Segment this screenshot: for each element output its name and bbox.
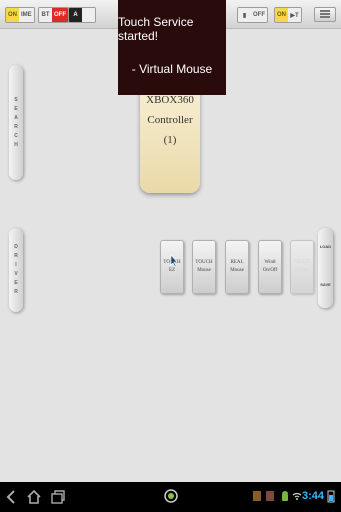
- search-letter: S: [14, 96, 18, 103]
- real-mouse-line-2: Mouse: [230, 268, 244, 273]
- search-pill-button[interactable]: S E A R C H: [9, 65, 23, 180]
- search-letter: A: [14, 114, 18, 121]
- driver-letter: D: [14, 244, 18, 250]
- bt-toggle[interactable]: BT OFF: [38, 7, 69, 23]
- back-icon[interactable]: [6, 489, 24, 505]
- win8-line-1: Win8: [264, 260, 276, 265]
- notification-icon-1: [253, 491, 261, 501]
- controller-card-line-2: Controller: [147, 114, 193, 126]
- toast-message: Touch Service started! - Virtual Mouse: [118, 0, 226, 95]
- driver-pill-button[interactable]: D R I V E R: [9, 228, 23, 312]
- load-save-pill: LOAD SAVE: [318, 228, 333, 308]
- win8-line-2: On/Off: [262, 268, 278, 273]
- multi-line-1: MULTI: [294, 260, 310, 265]
- notification-icon-2: [266, 491, 274, 501]
- driver-letter: V: [14, 271, 18, 277]
- multi-line-2: Button: [295, 268, 309, 273]
- toast-line-2: - Virtual Mouse: [131, 61, 213, 76]
- android-icon: [282, 491, 288, 501]
- driver-letter: R: [14, 289, 18, 295]
- driver-letter: E: [14, 280, 18, 286]
- system-nav-bar: 3:44: [0, 482, 341, 512]
- menu-button[interactable]: [314, 7, 336, 22]
- driver-letter: I: [15, 262, 17, 268]
- right-toggle-1-icon: ▮: [238, 8, 251, 22]
- real-mouse-line-1: REAL: [230, 260, 244, 265]
- ime-on-label: ON: [6, 8, 19, 22]
- real-mouse-button[interactable]: REAL Mouse: [225, 240, 249, 294]
- win8-onoff-button[interactable]: Win8 On/Off: [258, 240, 282, 294]
- search-letter: E: [14, 105, 18, 112]
- search-letter: R: [14, 123, 18, 130]
- touch-mouse-button[interactable]: TOUCH Mouse: [192, 240, 216, 294]
- app-center-icon[interactable]: [164, 489, 178, 503]
- load-button[interactable]: LOAD: [318, 244, 333, 249]
- battery-icon: [327, 490, 335, 503]
- home-icon[interactable]: [26, 489, 42, 505]
- touch-ez-button[interactable]: TOUCH EZ: [160, 240, 184, 294]
- wifi-icon: [292, 492, 302, 500]
- bt-label: BT: [39, 8, 52, 22]
- toast-line-1: Touch Service started!: [118, 15, 194, 44]
- ime-toggle[interactable]: ON IME: [5, 7, 35, 23]
- controller-card[interactable]: XBOX360 Controller (1): [140, 78, 200, 193]
- ime-label: IME: [19, 8, 34, 22]
- controller-card-line-3: (1): [163, 134, 177, 146]
- right-toggle-1[interactable]: ▮ OFF: [237, 7, 268, 23]
- a-label: A: [69, 8, 82, 22]
- touch-mouse-line-1: TOUCH: [195, 260, 213, 265]
- bt-state: OFF: [52, 8, 68, 22]
- mouse-pointer-icon: [170, 255, 178, 267]
- search-letter: H: [14, 141, 18, 148]
- multi-button[interactable]: MULTI Button: [290, 240, 314, 294]
- touch-ez-line-2: EZ: [168, 268, 176, 273]
- a-toggle[interactable]: A: [68, 7, 96, 23]
- a-state: [82, 8, 95, 22]
- touch-mouse-line-2: Mouse: [197, 268, 211, 273]
- driver-letter: R: [14, 253, 18, 259]
- right-toggle-2[interactable]: ON ▶T: [274, 7, 302, 23]
- search-letter: C: [14, 132, 18, 139]
- status-clock: 3:44: [302, 490, 325, 502]
- right-toggle-2-on: ON: [275, 8, 288, 22]
- right-toggle-1-label: OFF: [251, 8, 267, 22]
- right-toggle-2-arrow: ▶T: [288, 8, 301, 22]
- save-button[interactable]: SAVE: [318, 282, 333, 287]
- recent-apps-icon[interactable]: [50, 489, 66, 505]
